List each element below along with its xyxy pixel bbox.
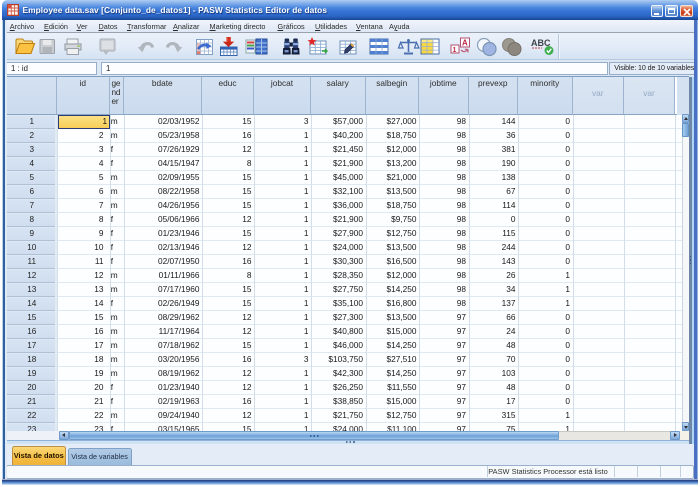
svg-text:A: A bbox=[462, 39, 468, 48]
svg-text:1: 1 bbox=[452, 47, 456, 54]
